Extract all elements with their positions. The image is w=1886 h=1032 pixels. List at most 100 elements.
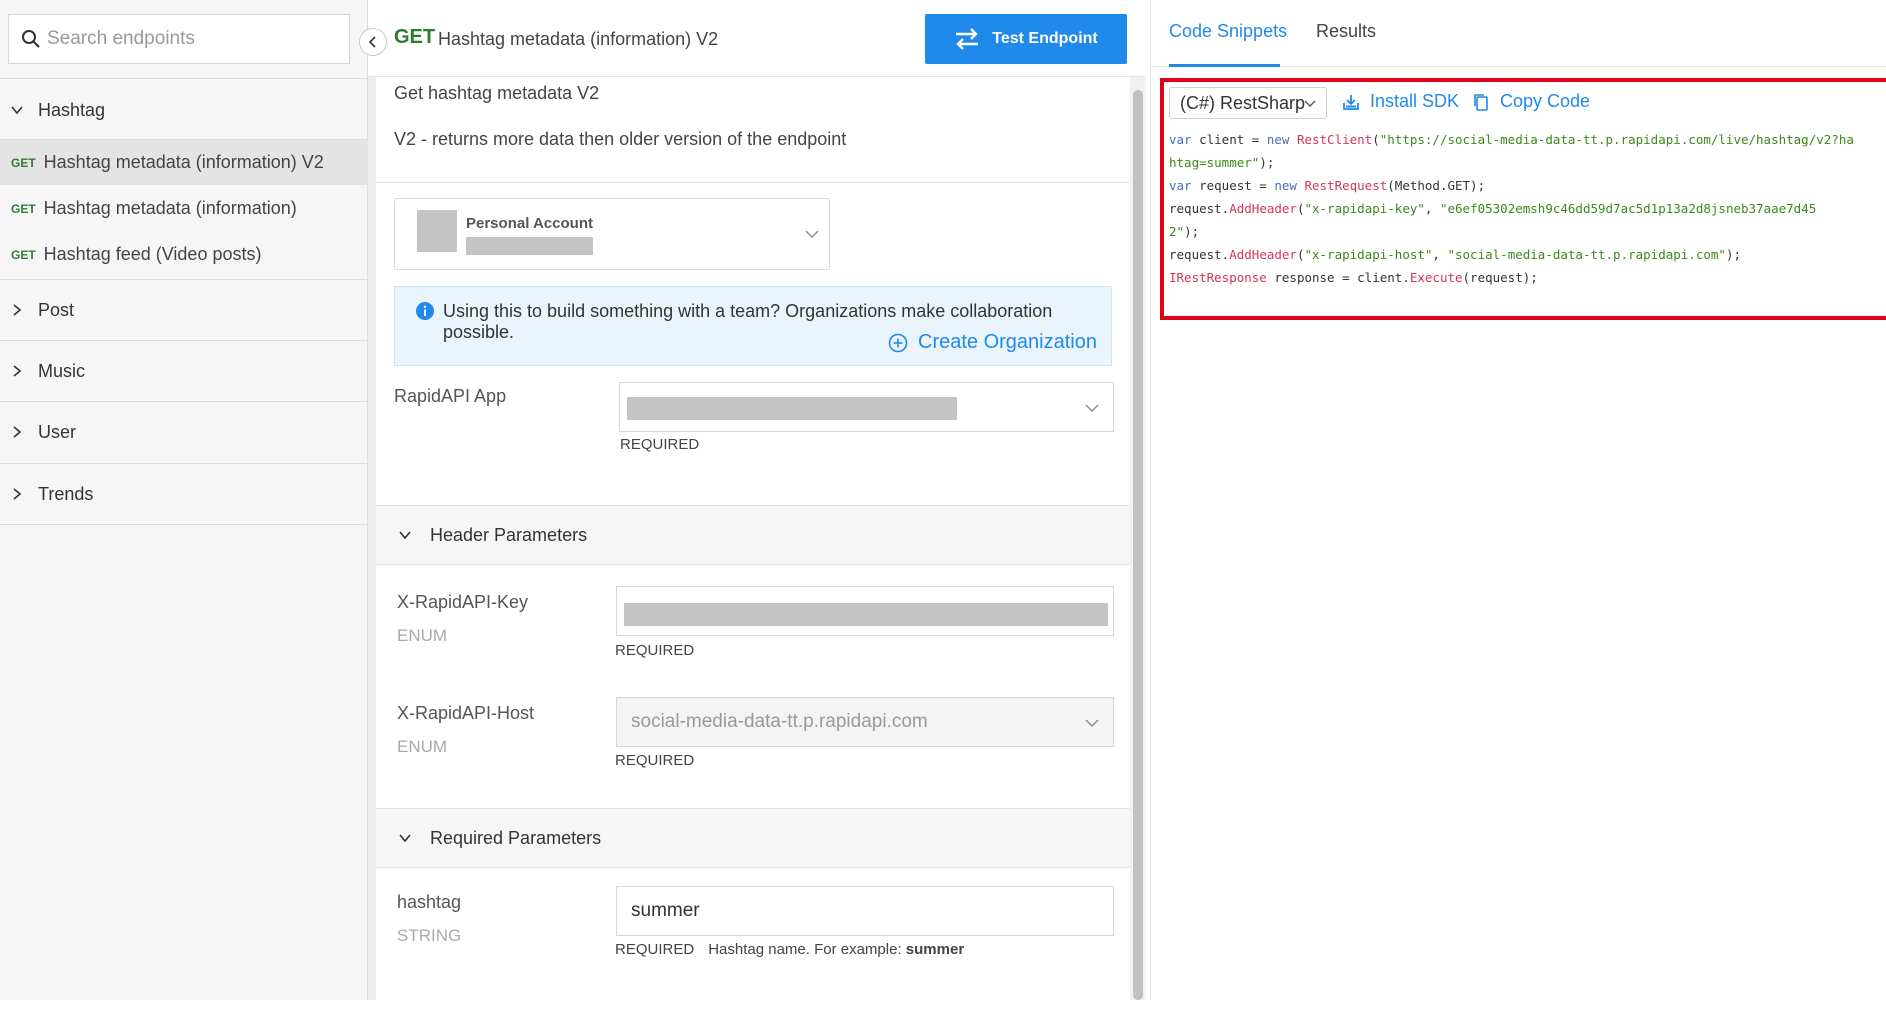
code-line: var client = new RestClient("https://soc… — [1169, 132, 1854, 147]
code-line: var request = new RestRequest(Method.GET… — [1169, 178, 1486, 193]
group-label: Trends — [38, 483, 94, 504]
required-label: REQUIRED — [615, 642, 695, 659]
required-label: REQUIRED — [620, 436, 700, 453]
account-label: Personal Account — [466, 215, 593, 232]
api-host-value: social-media-data-tt.p.rapidapi.com — [631, 711, 928, 732]
divider — [0, 279, 368, 280]
plus-circle-icon — [888, 333, 908, 352]
scrollbar-thumb[interactable] — [1133, 90, 1143, 1000]
create-organization-label: Create Organization — [918, 331, 1097, 353]
api-key-label: X-RapidAPI-Key — [397, 592, 529, 612]
info-icon — [416, 302, 434, 320]
chevron-down-icon — [1085, 719, 1099, 727]
create-organization-link[interactable]: Create Organization — [888, 331, 1097, 354]
copy-icon — [1474, 93, 1488, 111]
chevron-down-icon — [399, 834, 411, 843]
redacted-api-key — [624, 603, 1108, 626]
required-label: REQUIRED — [615, 941, 695, 958]
code-line: 2"); — [1169, 224, 1200, 239]
copy-code-link[interactable]: Copy Code — [1472, 91, 1590, 112]
divider — [0, 340, 368, 341]
install-sdk-label: Install SDK — [1370, 91, 1460, 111]
group-label: User — [38, 421, 77, 442]
hashtag-type: STRING — [397, 926, 462, 945]
download-tray-icon — [1343, 94, 1359, 110]
chevron-down-icon — [399, 531, 411, 540]
endpoint-item-hashtag-feed[interactable]: GET Hashtag feed (Video posts) — [0, 232, 368, 277]
tab-results[interactable]: Results — [1316, 21, 1376, 42]
endpoint-title: Hashtag metadata (information) V2 — [438, 29, 719, 49]
rapidapi-app-label: RapidAPI App — [394, 386, 507, 406]
api-key-input[interactable] — [616, 586, 1114, 636]
required-label: REQUIRED — [615, 752, 695, 769]
divider — [0, 524, 368, 525]
chevron-left-icon — [368, 36, 376, 48]
group-label: Music — [38, 360, 86, 381]
api-host-type: ENUM — [397, 737, 448, 756]
chevron-down-icon — [805, 230, 819, 238]
endpoint-label: Hashtag metadata (information) V2 — [43, 152, 324, 172]
chevron-down-icon — [1304, 100, 1316, 107]
collapse-sidebar-button[interactable] — [359, 28, 387, 56]
header-parameters-title: Header Parameters — [430, 524, 588, 545]
group-post[interactable]: Post — [0, 285, 368, 335]
redacted-account-name — [466, 237, 593, 255]
group-label: Post — [38, 299, 75, 320]
endpoint-item-hashtag-metadata-v2[interactable]: GET Hashtag metadata (information) V2 — [0, 140, 368, 185]
hashtag-hint: Hashtag name. For example: — [708, 941, 902, 958]
redacted-app-name — [627, 397, 957, 420]
code-line: htag=summer"); — [1169, 155, 1275, 170]
search-input[interactable] — [47, 28, 337, 50]
account-selector[interactable]: Personal Account — [394, 198, 830, 270]
group-hashtag[interactable]: Hashtag — [0, 85, 368, 135]
avatar — [417, 210, 457, 252]
api-host-label: X-RapidAPI-Host — [397, 703, 535, 723]
code-panel-tabs: Code Snippets Results — [1151, 0, 1886, 67]
chevron-down-icon — [11, 106, 23, 115]
install-sdk-link[interactable]: Install SDK — [1342, 91, 1459, 112]
code-line: request.AddHeader("x-rapidapi-key", "e6e… — [1169, 201, 1817, 216]
active-tab-indicator — [1169, 64, 1280, 67]
endpoint-item-hashtag-metadata[interactable]: GET Hashtag metadata (information) — [0, 186, 368, 231]
hashtag-requirement: REQUIRED Hashtag name. For example: summe… — [615, 941, 964, 958]
hashtag-example: summer — [905, 941, 965, 958]
endpoint-header: GET Hashtag metadata (information) V2 Te… — [368, 0, 1145, 77]
group-user[interactable]: User — [0, 407, 368, 457]
endpoint-label: Hashtag metadata (information) — [43, 198, 297, 218]
required-parameters-toggle[interactable]: Required Parameters — [376, 808, 1130, 868]
api-host-select[interactable]: social-media-data-tt.p.rapidapi.com — [616, 697, 1114, 747]
tab-code-snippets[interactable]: Code Snippets — [1169, 21, 1287, 42]
language-select[interactable]: (C#) RestSharp — [1169, 87, 1327, 119]
endpoint-panel: GET Hashtag metadata (information) V2 Te… — [368, 0, 1145, 1000]
organization-banner: Using this to build something with a tea… — [394, 286, 1112, 366]
panel-gutter — [368, 77, 376, 1000]
code-snippet: var client = new RestClient("https://soc… — [1169, 128, 1886, 289]
chevron-right-icon — [13, 488, 22, 500]
code-line: request.AddHeader("x-rapidapi-host", "so… — [1169, 247, 1741, 262]
endpoint-label: Hashtag feed (Video posts) — [43, 244, 262, 264]
group-music[interactable]: Music — [0, 346, 368, 396]
chevron-right-icon — [13, 426, 22, 438]
header-parameters-toggle[interactable]: Header Parameters — [376, 505, 1130, 565]
method-badge: GET — [11, 201, 36, 216]
test-endpoint-button[interactable]: Test Endpoint — [925, 14, 1127, 64]
endpoint-description-title: Get hashtag metadata V2 — [394, 83, 600, 103]
code-panel: Code Snippets Results (C#) RestSharp Ins… — [1150, 0, 1886, 1000]
language-value: (C#) RestSharp — [1180, 92, 1306, 113]
group-trends[interactable]: Trends — [0, 469, 368, 519]
search-box[interactable] — [8, 14, 350, 64]
copy-code-label: Copy Code — [1500, 91, 1591, 111]
rapidapi-app-select[interactable] — [619, 382, 1114, 432]
search-icon — [22, 30, 40, 48]
group-label: Hashtag — [38, 99, 106, 120]
hashtag-label: hashtag — [397, 892, 462, 912]
divider — [376, 182, 1130, 183]
chevron-right-icon — [13, 304, 22, 316]
test-endpoint-label: Test Endpoint — [992, 30, 1098, 47]
endpoint-sidebar: Hashtag GET Hashtag metadata (informatio… — [0, 0, 368, 1000]
method-label: GET — [394, 26, 436, 48]
divider — [0, 78, 368, 79]
method-badge: GET — [11, 247, 36, 262]
hashtag-input[interactable]: summer — [616, 886, 1114, 936]
divider — [0, 463, 368, 464]
